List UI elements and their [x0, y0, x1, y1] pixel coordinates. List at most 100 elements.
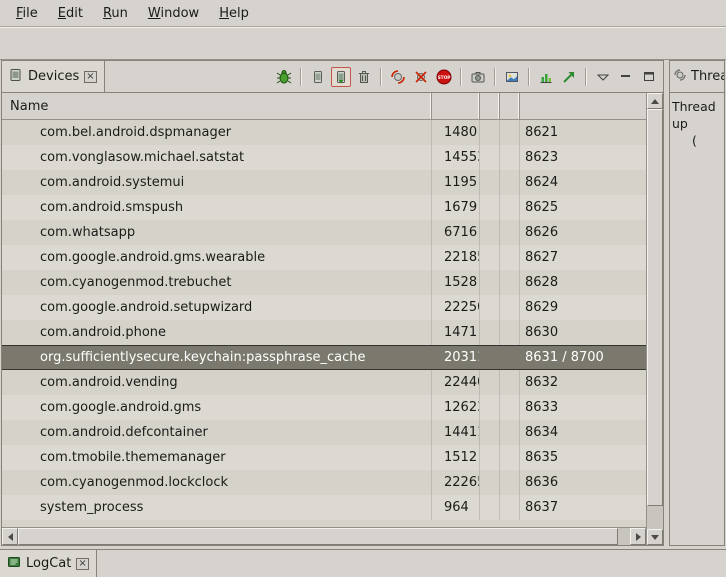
tab-logcat[interactable]: LogCat ×: [0, 550, 97, 577]
stop-threads-icon[interactable]: [411, 67, 431, 87]
cell-name: system_process: [2, 495, 432, 520]
cell-pid: 1471: [432, 320, 480, 345]
cell-c2: [500, 145, 520, 170]
cell-port: 8634: [520, 420, 646, 445]
cell-c2: [500, 120, 520, 145]
devices-tab-label: Devices: [28, 69, 79, 84]
device-table-header: Name: [2, 93, 646, 120]
threads-message-line1: Thread up: [672, 98, 722, 132]
stop-process-icon[interactable]: STOP: [434, 67, 454, 87]
cell-pid: 1679: [432, 195, 480, 220]
threads-tab-icon: [673, 68, 687, 86]
cell-c2: [500, 295, 520, 320]
cell-c1: [480, 370, 500, 395]
cell-c1: [480, 170, 500, 195]
tracer-icon[interactable]: [559, 67, 579, 87]
vertical-scrollbar-thumb[interactable]: [647, 109, 663, 506]
scroll-right-button[interactable]: [630, 528, 646, 545]
cause-gc-icon[interactable]: [354, 67, 374, 87]
table-row[interactable]: com.tmobile.thememanager15128635: [2, 445, 646, 470]
cell-pid: 12623: [432, 395, 480, 420]
cell-port: 8636: [520, 470, 646, 495]
table-row[interactable]: com.google.android.setupwizard222508629: [2, 295, 646, 320]
screen-record-icon[interactable]: [502, 67, 522, 87]
cell-c2: [500, 346, 520, 369]
table-row[interactable]: com.cyanogenmod.lockclock222658636: [2, 470, 646, 495]
menu-help[interactable]: Help: [209, 2, 259, 25]
cell-pid: 6716: [432, 220, 480, 245]
cell-name: org.sufficientlysecure.keychain:passphra…: [2, 346, 432, 369]
sysinfo-icon[interactable]: [536, 67, 556, 87]
menu-window[interactable]: Window: [138, 2, 209, 25]
minimize-icon[interactable]: [616, 67, 636, 87]
cell-name: com.cyanogenmod.lockclock: [2, 470, 432, 495]
scroll-left-button[interactable]: [2, 528, 18, 545]
table-row[interactable]: com.google.android.gms126238633: [2, 395, 646, 420]
threads-panel: Threa Thread up (: [669, 60, 725, 546]
maximize-icon[interactable]: [639, 67, 659, 87]
table-row[interactable]: com.vonglasow.michael.satstat145538623: [2, 145, 646, 170]
cell-pid: 22250: [432, 295, 480, 320]
cell-c2: [500, 170, 520, 195]
cell-c1: [480, 270, 500, 295]
cell-c2: [500, 445, 520, 470]
table-row[interactable]: org.sufficientlysecure.keychain:passphra…: [2, 345, 646, 370]
column-header-blank2[interactable]: [500, 93, 520, 119]
bottom-tab-bar: LogCat ×: [0, 549, 726, 577]
cell-pid: 1480: [432, 120, 480, 145]
devices-panel: Devices × STOP: [1, 60, 664, 546]
cell-c1: [480, 495, 500, 520]
column-header-port[interactable]: [520, 93, 646, 119]
devices-tab-icon: [9, 68, 23, 86]
tab-devices[interactable]: Devices ×: [2, 61, 105, 92]
toolbar-separator: [380, 68, 382, 86]
column-header-blank1[interactable]: [480, 93, 500, 119]
cell-pid: 20311: [432, 346, 480, 369]
close-icon[interactable]: ×: [76, 558, 88, 570]
cell-name: com.android.systemui: [2, 170, 432, 195]
dump-hprof-icon[interactable]: [331, 67, 351, 87]
update-heap-icon[interactable]: [308, 67, 328, 87]
table-row[interactable]: com.google.android.gms.wearable221858627: [2, 245, 646, 270]
table-row[interactable]: com.bel.android.dspmanager14808621: [2, 120, 646, 145]
cell-name: com.vonglasow.michael.satstat: [2, 145, 432, 170]
table-row[interactable]: system_process9648637: [2, 495, 646, 520]
table-row[interactable]: com.android.phone14718630: [2, 320, 646, 345]
screen-capture-icon[interactable]: [468, 67, 488, 87]
threads-message-line2: (: [672, 132, 722, 149]
cell-c1: [480, 320, 500, 345]
cell-c1: [480, 220, 500, 245]
cell-pid: 22440: [432, 370, 480, 395]
column-header-pid[interactable]: [432, 93, 480, 119]
table-row[interactable]: com.android.smspush16798625: [2, 195, 646, 220]
menu-run[interactable]: Run: [93, 2, 138, 25]
cell-c2: [500, 320, 520, 345]
update-threads-icon[interactable]: [388, 67, 408, 87]
view-menu-icon[interactable]: [593, 67, 613, 87]
scroll-down-button[interactable]: [647, 529, 663, 545]
cell-name: com.android.vending: [2, 370, 432, 395]
threads-tab-label[interactable]: Threa: [691, 69, 724, 84]
vertical-scrollbar[interactable]: [646, 93, 663, 545]
table-row[interactable]: com.whatsapp67168626: [2, 220, 646, 245]
menu-file[interactable]: File: [6, 2, 48, 25]
debug-icon[interactable]: [274, 67, 294, 87]
menu-edit[interactable]: Edit: [48, 2, 93, 25]
devices-tabbar: Devices × STOP: [2, 61, 663, 93]
horizontal-scrollbar[interactable]: [2, 527, 646, 545]
cell-c1: [480, 295, 500, 320]
cell-c1: [480, 195, 500, 220]
svg-text:STOP: STOP: [438, 74, 451, 80]
cell-port: 8626: [520, 220, 646, 245]
table-row[interactable]: com.android.systemui11958624: [2, 170, 646, 195]
column-header-name[interactable]: Name: [2, 93, 432, 119]
table-row[interactable]: com.android.vending224408632: [2, 370, 646, 395]
cell-c1: [480, 420, 500, 445]
scroll-up-button[interactable]: [647, 93, 663, 109]
table-row[interactable]: com.android.defcontainer144118634: [2, 420, 646, 445]
cell-pid: 14411: [432, 420, 480, 445]
horizontal-scrollbar-thumb[interactable]: [18, 528, 618, 545]
close-icon[interactable]: ×: [84, 71, 96, 83]
cell-c1: [480, 120, 500, 145]
table-row[interactable]: com.cyanogenmod.trebuchet15288628: [2, 270, 646, 295]
